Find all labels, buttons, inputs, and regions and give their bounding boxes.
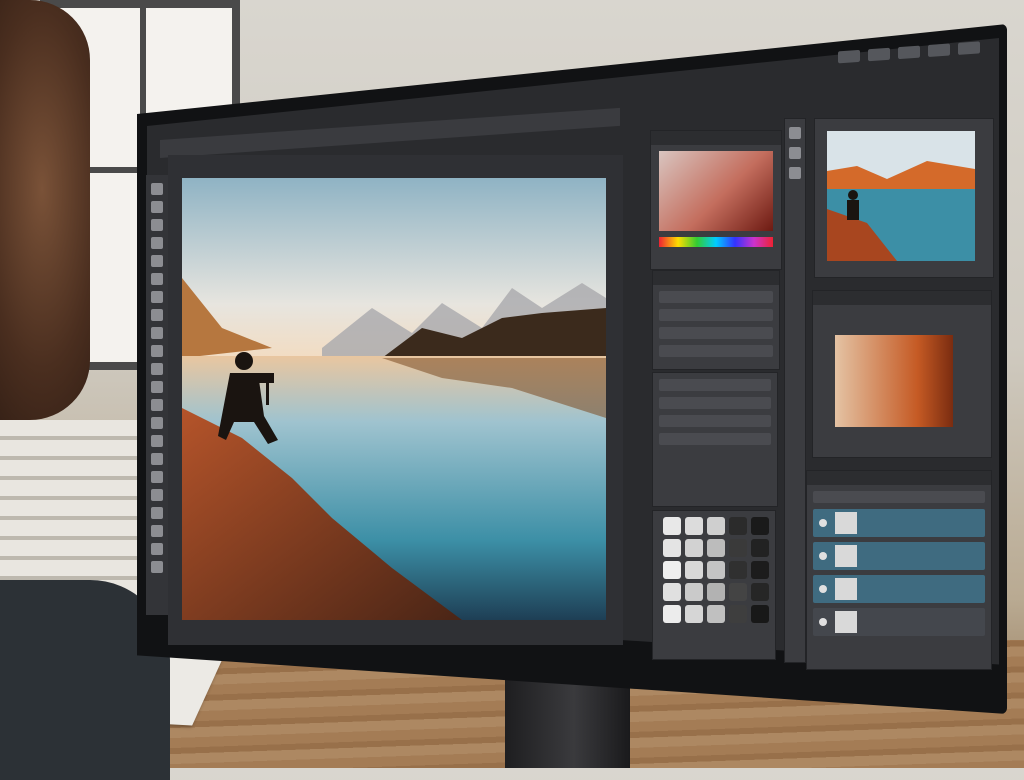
properties-row[interactable] xyxy=(659,291,773,303)
gradient-tool-icon[interactable] xyxy=(151,381,163,393)
color-swatch[interactable] xyxy=(751,605,769,623)
color-swatch[interactable] xyxy=(729,583,747,601)
healing-brush-tool-icon[interactable] xyxy=(151,291,163,303)
preview-panel-header xyxy=(813,291,991,305)
clone-stamp-tool-icon[interactable] xyxy=(151,327,163,339)
visibility-eye-icon[interactable] xyxy=(819,618,827,626)
color-picker-field[interactable] xyxy=(659,151,773,231)
adjustment-row[interactable] xyxy=(659,397,771,409)
crop-tool-icon[interactable] xyxy=(151,255,163,267)
layer-thumbnail xyxy=(835,611,857,633)
navigator-panel xyxy=(814,118,994,278)
color-swatch[interactable] xyxy=(663,539,681,557)
actions-icon[interactable] xyxy=(789,147,801,159)
blur-tool-icon[interactable] xyxy=(151,399,163,411)
color-swatch[interactable] xyxy=(707,605,725,623)
search-button[interactable] xyxy=(868,47,890,62)
properties-panel-header xyxy=(653,271,779,285)
preview-panel xyxy=(812,290,992,458)
color-panel xyxy=(650,130,782,270)
adjustments-panel xyxy=(652,372,778,507)
layer-thumbnail xyxy=(835,545,857,567)
color-swatch[interactable] xyxy=(685,605,703,623)
color-swatch[interactable] xyxy=(751,517,769,535)
visibility-eye-icon[interactable] xyxy=(819,585,827,593)
share-button[interactable] xyxy=(898,45,920,60)
layer-row[interactable] xyxy=(813,608,985,636)
type-tool-icon[interactable] xyxy=(151,453,163,465)
swatches-panel xyxy=(652,510,776,660)
properties-panel xyxy=(652,270,780,370)
landscape-photo xyxy=(182,178,606,620)
hue-slider[interactable] xyxy=(659,237,773,247)
color-swatch[interactable] xyxy=(685,517,703,535)
visibility-eye-icon[interactable] xyxy=(819,519,827,527)
eraser-tool-icon[interactable] xyxy=(151,363,163,375)
adjustment-row[interactable] xyxy=(659,415,771,427)
adjust-icon[interactable] xyxy=(789,167,801,179)
color-swatch[interactable] xyxy=(685,539,703,557)
color-swatch[interactable] xyxy=(685,561,703,579)
color-swatch[interactable] xyxy=(751,561,769,579)
color-swatch[interactable] xyxy=(685,583,703,601)
hand-tool-icon[interactable] xyxy=(151,507,163,519)
color-swatch[interactable] xyxy=(707,561,725,579)
layer-row[interactable] xyxy=(813,509,985,537)
path-selection-tool-icon[interactable] xyxy=(151,471,163,483)
color-swatch[interactable] xyxy=(663,517,681,535)
visibility-eye-icon[interactable] xyxy=(819,552,827,560)
brush-tool-icon[interactable] xyxy=(151,309,163,321)
properties-row[interactable] xyxy=(659,309,773,321)
swatch-grid xyxy=(653,511,775,629)
color-swatch[interactable] xyxy=(729,561,747,579)
marquee-tool-icon[interactable] xyxy=(151,201,163,213)
foreground-color-swatch[interactable] xyxy=(151,543,163,555)
color-swatch[interactable] xyxy=(751,583,769,601)
color-swatch[interactable] xyxy=(751,539,769,557)
history-icon[interactable] xyxy=(789,127,801,139)
shape-tool-icon[interactable] xyxy=(151,489,163,501)
history-brush-tool-icon[interactable] xyxy=(151,345,163,357)
properties-row[interactable] xyxy=(659,345,773,357)
adjustment-row[interactable] xyxy=(659,379,771,391)
layers-panel xyxy=(806,470,992,670)
dodge-tool-icon[interactable] xyxy=(151,417,163,429)
color-swatch[interactable] xyxy=(729,517,747,535)
color-swatch[interactable] xyxy=(707,583,725,601)
properties-row[interactable] xyxy=(659,327,773,339)
layer-row[interactable] xyxy=(813,542,985,570)
color-swatch[interactable] xyxy=(663,561,681,579)
eyedropper-tool-icon[interactable] xyxy=(151,273,163,285)
minimize-button[interactable] xyxy=(928,43,950,58)
lasso-tool-icon[interactable] xyxy=(151,219,163,231)
color-swatch[interactable] xyxy=(663,583,681,601)
magic-wand-tool-icon[interactable] xyxy=(151,237,163,249)
color-swatch[interactable] xyxy=(707,539,725,557)
zoom-tool-icon[interactable] xyxy=(151,525,163,537)
move-tool-icon[interactable] xyxy=(151,183,163,195)
color-swatch[interactable] xyxy=(729,605,747,623)
preview-image[interactable] xyxy=(835,335,953,427)
adjustment-row[interactable] xyxy=(659,433,771,445)
pen-tool-icon[interactable] xyxy=(151,435,163,447)
layer-thumbnail xyxy=(835,512,857,534)
layer-row[interactable] xyxy=(813,575,985,603)
panel-icon-strip xyxy=(784,118,806,663)
color-swatch[interactable] xyxy=(663,605,681,623)
layer-thumbnail xyxy=(835,578,857,600)
color-swatch[interactable] xyxy=(707,517,725,535)
person-head-silhouette xyxy=(0,0,90,420)
tools-panel xyxy=(146,175,168,615)
layers-panel-header xyxy=(807,471,991,485)
color-panel-header xyxy=(651,131,781,145)
document-image[interactable] xyxy=(182,178,606,620)
workspace-button[interactable] xyxy=(838,49,860,64)
color-swatch[interactable] xyxy=(729,539,747,557)
layers-filter-row[interactable] xyxy=(813,491,985,503)
background-color-swatch[interactable] xyxy=(151,561,163,573)
close-button[interactable] xyxy=(958,41,980,55)
navigator-thumbnail[interactable] xyxy=(827,131,975,261)
